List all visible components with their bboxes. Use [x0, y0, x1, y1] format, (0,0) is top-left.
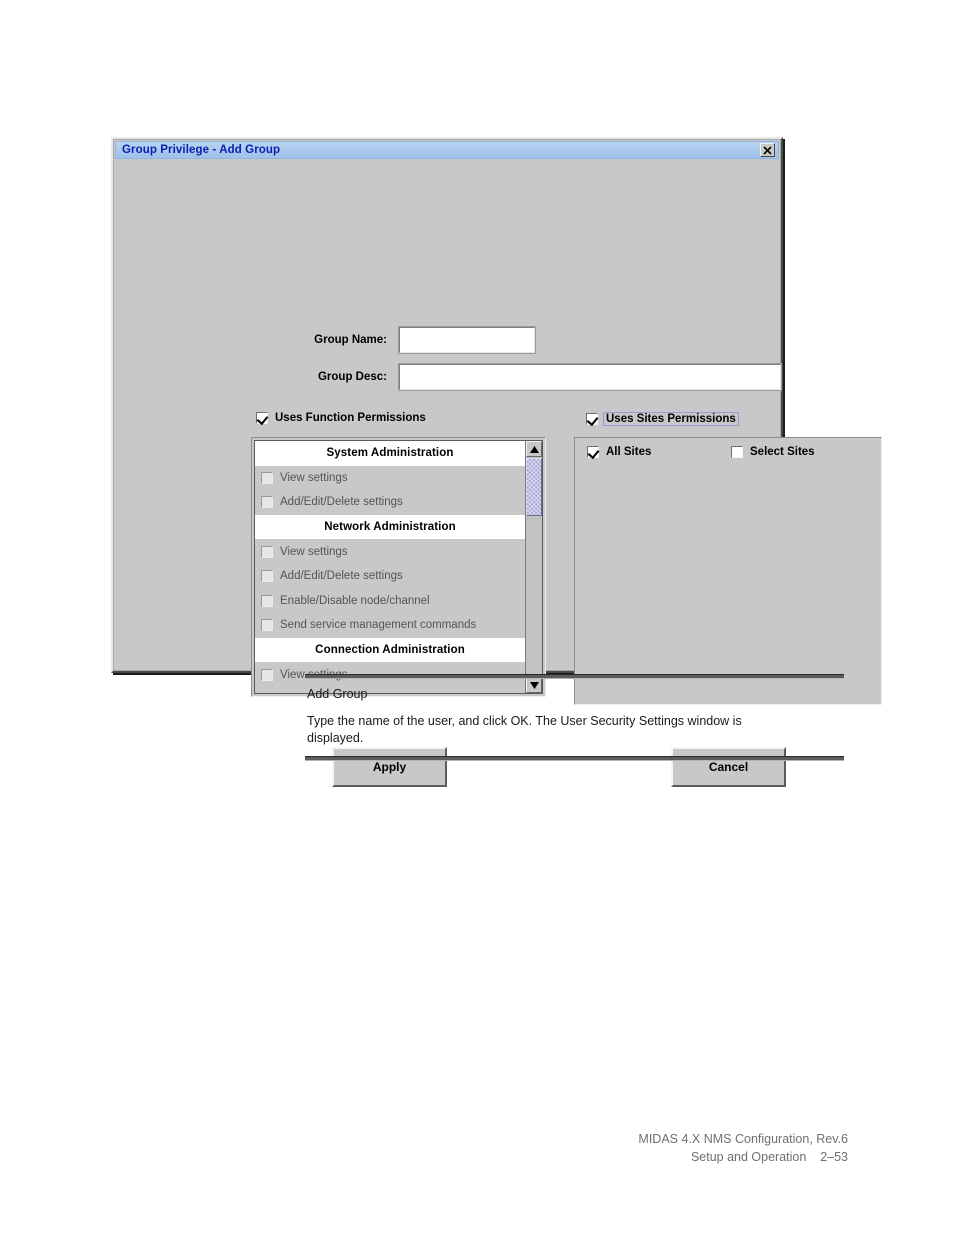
sites-permissions-panel: All Sites Select Sites — [574, 437, 882, 705]
footer-line-2: Setup and Operation 2–53 — [690, 1150, 848, 1165]
group-desc-label: Group Desc: — [317, 371, 387, 383]
close-button[interactable] — [760, 143, 775, 157]
permission-label: Add/Edit/Delete settings — [280, 496, 403, 509]
all-sites-label: All Sites — [606, 446, 652, 458]
dialog-title: Group Privilege - Add Group — [122, 144, 281, 156]
uses-function-permissions-checkbox-row[interactable]: Uses Function Permissions — [256, 412, 426, 424]
permission-list-item[interactable]: Add/Edit/Delete settings — [255, 490, 525, 515]
group-name-row: Group Name: — [299, 326, 539, 354]
permission-checkbox[interactable] — [261, 619, 273, 632]
group-desc-row: Group Desc: — [299, 363, 785, 391]
uses-function-permissions-label: Uses Function Permissions — [275, 412, 426, 424]
permission-label: View settings — [280, 545, 348, 558]
permission-list-item[interactable]: Send service management commands — [255, 613, 525, 638]
select-sites-label: Select Sites — [750, 446, 815, 458]
permission-list-item[interactable]: Add/Edit/Delete settings — [255, 563, 525, 589]
add-group-dialog: Group Privilege - Add Group Group Name: … — [111, 137, 882, 787]
permission-group-header: Network Administration — [255, 514, 525, 540]
group-name-label: Group Name: — [314, 334, 387, 346]
select-sites-checkbox[interactable] — [731, 446, 743, 458]
permission-checkbox[interactable] — [261, 668, 273, 681]
dialog-titlebar[interactable]: Group Privilege - Add Group — [115, 141, 779, 159]
select-sites-row[interactable]: Select Sites — [731, 446, 815, 458]
caption-rule-bottom — [305, 755, 844, 761]
permission-group-header-label: System Administration — [326, 447, 454, 460]
scrollbar-track[interactable] — [526, 457, 542, 677]
uses-sites-permissions-label: Uses Sites Permissions — [603, 412, 739, 426]
triangle-up-icon — [529, 445, 539, 453]
scrollbar-thumb[interactable] — [526, 458, 542, 516]
figure-caption-block: Add Group Type the name of the user, and… — [305, 674, 844, 761]
uses-function-permissions-checkbox[interactable] — [256, 412, 268, 424]
permission-label: Add/Edit/Delete settings — [280, 570, 403, 583]
scroll-up-button[interactable] — [526, 441, 542, 457]
caption-body: Type the name of the user, and click OK.… — [307, 714, 742, 745]
permission-checkbox[interactable] — [261, 594, 273, 607]
permission-label: Enable/Disable node/channel — [280, 594, 430, 607]
all-sites-checkbox[interactable] — [587, 446, 599, 458]
page-footer: MIDAS 4.X NMS Configuration, Rev.6 Setup… — [638, 1130, 848, 1166]
permission-checkbox[interactable] — [261, 471, 273, 484]
group-desc-input[interactable] — [398, 363, 782, 391]
footer-line-1: MIDAS 4.X NMS Configuration, Rev.6 — [638, 1132, 848, 1146]
permission-label: View settings — [280, 471, 348, 484]
function-permissions-listbox-frame: System Administration View settings Add/Ed… — [254, 440, 543, 694]
function-permissions-list[interactable]: System Administration View settings Add/Ed… — [255, 441, 525, 693]
uses-sites-permissions-checkbox[interactable] — [586, 413, 598, 425]
permission-checkbox[interactable] — [261, 570, 273, 583]
group-name-input[interactable] — [398, 326, 536, 354]
uses-sites-permissions-checkbox-row[interactable]: Uses Sites Permissions — [586, 412, 739, 426]
permission-group-header-label: Connection Administration — [315, 644, 465, 657]
function-permissions-scrollbar[interactable] — [525, 441, 542, 693]
caption-rule-top — [305, 674, 844, 679]
close-icon — [763, 145, 772, 155]
permission-group-header: System Administration — [255, 441, 525, 466]
permission-list-item[interactable]: View settings — [255, 465, 525, 491]
permission-checkbox[interactable] — [261, 496, 273, 509]
permission-list-item[interactable]: Enable/Disable node/channel — [255, 588, 525, 614]
all-sites-row[interactable]: All Sites — [587, 446, 651, 458]
permission-label: Send service management commands — [280, 619, 477, 632]
permission-group-header: Connection Administration — [255, 637, 525, 663]
permission-list-item[interactable]: View settings — [255, 539, 525, 564]
function-permissions-listbox: System Administration View settings Add/Ed… — [251, 437, 546, 697]
caption-title: Add Group — [307, 687, 368, 701]
permission-checkbox[interactable] — [261, 545, 273, 558]
permission-group-header-label: Network Administration — [324, 521, 456, 534]
